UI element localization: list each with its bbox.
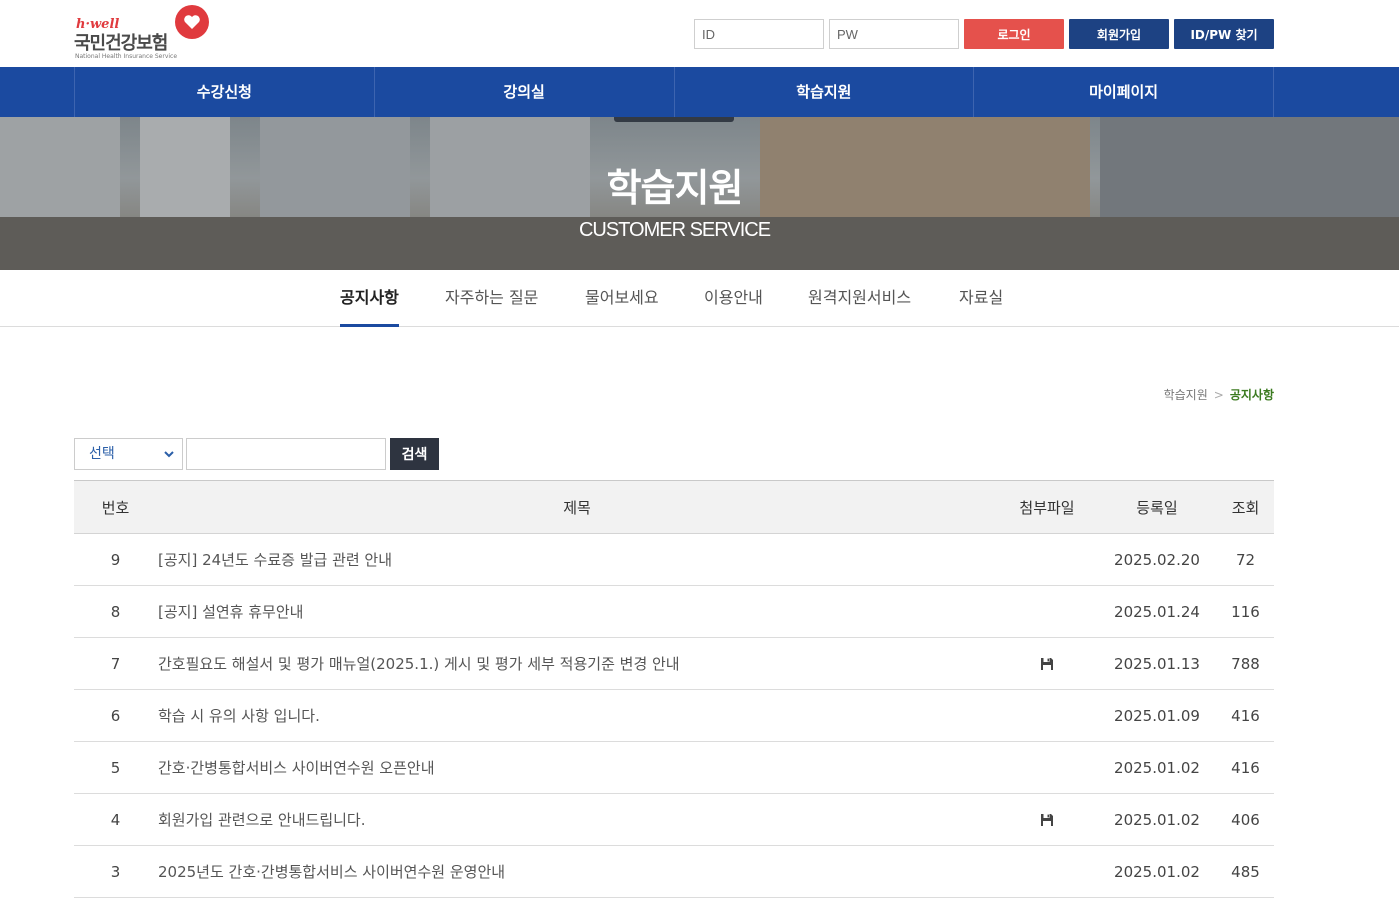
table-row[interactable]: 6 학습 시 유의 사항 입니다. 2025.01.09 416	[74, 689, 1274, 742]
header-views: 조회	[1217, 480, 1274, 534]
header-date: 등록일	[1097, 480, 1217, 534]
tab-remote-support[interactable]: 원격지원서비스	[808, 270, 911, 327]
header-no: 번호	[74, 480, 157, 534]
row-date: 2025.02.20	[1097, 533, 1217, 586]
tab-faq[interactable]: 자주하는 질문	[445, 270, 538, 327]
table-row[interactable]: 7 간호필요도 해설서 및 평가 매뉴얼(2025.1.) 게시 및 평가 세부 …	[74, 637, 1274, 690]
find-id-pw-button[interactable]: ID/PW 찾기	[1174, 19, 1274, 49]
banner-notch	[614, 117, 734, 122]
main-navigation: 수강신청 강의실 학습지원 마이페이지	[0, 67, 1399, 117]
row-file-cell	[997, 845, 1097, 898]
pw-input[interactable]	[829, 19, 959, 49]
header-file: 첨부파일	[997, 480, 1097, 534]
logo-subtitle: National Health Insurance Service	[75, 53, 178, 60]
breadcrumb: 학습지원 > 공지사항	[1164, 386, 1274, 403]
floppy-disk-icon[interactable]	[1040, 813, 1054, 827]
search-input[interactable]	[186, 438, 386, 470]
table-row[interactable]: 8 [공지] 설연휴 휴무안내 2025.01.24 116	[74, 585, 1274, 638]
row-title-link[interactable]: 2025년도 간호·간병통합서비스 사이버연수원 운영안내	[157, 845, 997, 898]
notice-table: 번호 제목 첨부파일 등록일 조회 9 [공지] 24년도 수료증 발급 관련 안…	[74, 480, 1274, 898]
row-date: 2025.01.13	[1097, 637, 1217, 690]
id-input[interactable]	[694, 19, 824, 49]
row-title-link[interactable]: 회원가입 관련으로 안내드립니다.	[157, 793, 997, 846]
header-title: 제목	[157, 480, 997, 534]
search-type-select[interactable]: 선택	[74, 438, 183, 470]
search-button[interactable]: 검색	[390, 438, 439, 470]
table-row[interactable]: 4 회원가입 관련으로 안내드립니다. 2025.01.02 406	[74, 793, 1274, 846]
row-views: 788	[1217, 637, 1274, 690]
breadcrumb-separator: >	[1213, 388, 1224, 402]
row-no: 3	[74, 845, 157, 898]
row-date: 2025.01.02	[1097, 845, 1217, 898]
row-date: 2025.01.24	[1097, 585, 1217, 638]
row-views: 485	[1217, 845, 1274, 898]
login-button[interactable]: 로그인	[964, 19, 1064, 49]
gnb-item-classroom[interactable]: 강의실	[375, 67, 675, 117]
tab-ask[interactable]: 물어보세요	[585, 270, 659, 327]
gnb-item-mypage[interactable]: 마이페이지	[974, 67, 1274, 117]
tab-notice[interactable]: 공지사항	[340, 270, 399, 327]
row-no: 7	[74, 637, 157, 690]
floppy-disk-icon[interactable]	[1040, 657, 1054, 671]
table-row[interactable]: 9 [공지] 24년도 수료증 발급 관련 안내 2025.02.20 72	[74, 533, 1274, 586]
row-date: 2025.01.02	[1097, 793, 1217, 846]
heart-icon	[175, 5, 209, 39]
chevron-down-icon	[164, 439, 174, 480]
table-header-row: 번호 제목 첨부파일 등록일 조회	[74, 480, 1274, 534]
row-views: 116	[1217, 585, 1274, 638]
row-file-cell	[997, 793, 1097, 846]
tab-guide[interactable]: 이용안내	[704, 270, 763, 327]
page-subtitle: CUSTOMER SERVICE	[578, 219, 771, 241]
page-banner: 학습지원 CUSTOMER SERVICE	[0, 117, 1399, 270]
row-views: 416	[1217, 741, 1274, 794]
site-header: h·well 국민건강보험 National Health Insurance …	[0, 0, 1399, 67]
breadcrumb-parent[interactable]: 학습지원	[1164, 388, 1208, 402]
site-logo[interactable]: h·well 국민건강보험 National Health Insurance …	[74, 5, 214, 62]
row-views: 72	[1217, 533, 1274, 586]
tab-library[interactable]: 자료실	[959, 270, 1003, 327]
row-file-cell	[997, 533, 1097, 586]
sub-tabs: 공지사항 자주하는 질문 물어보세요 이용안내 원격지원서비스 자료실	[0, 270, 1399, 327]
row-title-link[interactable]: [공지] 24년도 수료증 발급 관련 안내	[157, 533, 997, 586]
row-file-cell	[997, 585, 1097, 638]
search-type-value: 선택	[89, 446, 115, 462]
row-no: 9	[74, 533, 157, 586]
row-views: 406	[1217, 793, 1274, 846]
row-file-cell	[997, 637, 1097, 690]
logo-name: 국민건강보험	[74, 33, 168, 54]
signup-button[interactable]: 회원가입	[1069, 19, 1169, 49]
row-file-cell	[997, 689, 1097, 742]
row-no: 4	[74, 793, 157, 846]
gnb-item-learning-support[interactable]: 학습지원	[675, 67, 975, 117]
row-views: 416	[1217, 689, 1274, 742]
row-file-cell	[997, 741, 1097, 794]
row-title-link[interactable]: 간호·간병통합서비스 사이버연수원 오픈안내	[157, 741, 997, 794]
page-title: 학습지원	[606, 166, 744, 210]
row-no: 5	[74, 741, 157, 794]
breadcrumb-current: 공지사항	[1229, 388, 1274, 402]
row-no: 6	[74, 689, 157, 742]
row-title-link[interactable]: [공지] 설연휴 휴무안내	[157, 585, 997, 638]
row-title-link[interactable]: 간호필요도 해설서 및 평가 매뉴얼(2025.1.) 게시 및 평가 세부 적…	[157, 637, 997, 690]
row-date: 2025.01.02	[1097, 741, 1217, 794]
row-title-link[interactable]: 학습 시 유의 사항 입니다.	[157, 689, 997, 742]
table-row[interactable]: 3 2025년도 간호·간병통합서비스 사이버연수원 운영안내 2025.01.02…	[74, 845, 1274, 898]
gnb-item-course-registration[interactable]: 수강신청	[75, 67, 375, 117]
row-no: 8	[74, 585, 157, 638]
table-row[interactable]: 5 간호·간병통합서비스 사이버연수원 오픈안내 2025.01.02 416	[74, 741, 1274, 794]
row-date: 2025.01.09	[1097, 689, 1217, 742]
